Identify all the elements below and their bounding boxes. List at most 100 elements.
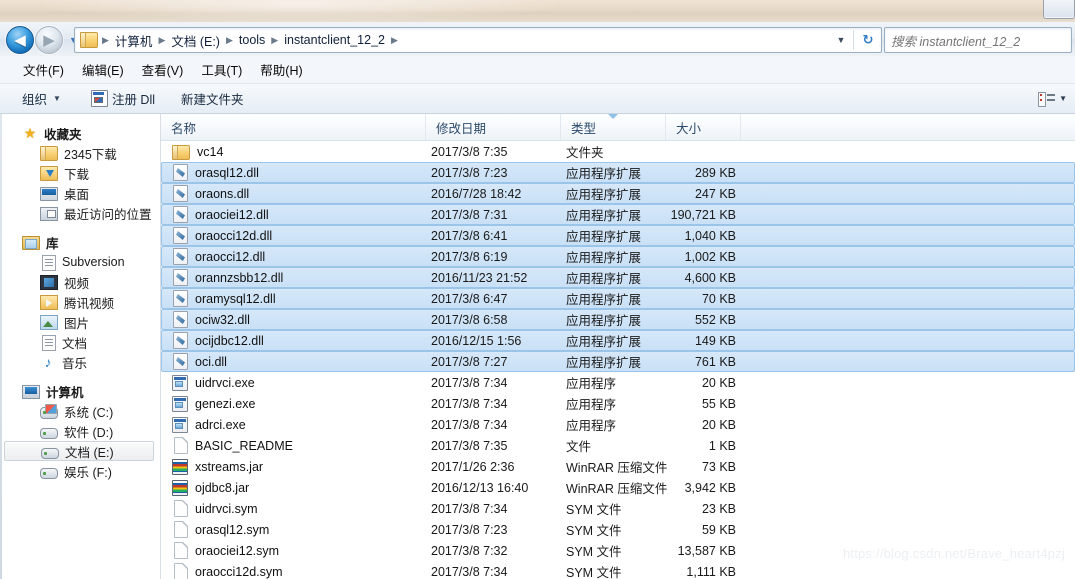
computer-icon [22, 385, 40, 399]
sidebar-item-label: 2345下载 [64, 147, 117, 162]
view-chevron-down-icon[interactable]: ▼ [1059, 94, 1067, 103]
table-row[interactable]: oraons.dll 2016/7/28 18:42 应用程序扩展 247 KB [161, 183, 1075, 204]
sidebar-item-1[interactable]: 视频 [0, 272, 160, 292]
sidebar-item-0[interactable]: Subversion [0, 252, 160, 272]
video-icon [40, 275, 58, 290]
table-row[interactable]: uidrvci.exe 2017/3/8 7:34 应用程序 20 KB [161, 372, 1075, 393]
breadcrumb-separator-icon[interactable]: ▶ [224, 35, 235, 46]
table-row[interactable]: adrci.exe 2017/3/8 7:34 应用程序 20 KB [161, 414, 1075, 435]
file-date-cell: 2017/3/8 7:23 [431, 522, 508, 537]
table-row[interactable]: uidrvci.sym 2017/3/8 7:34 SYM 文件 23 KB [161, 498, 1075, 519]
file-type-cell: 应用程序扩展 [566, 272, 642, 286]
table-row[interactable]: orasql12.sym 2017/3/8 7:23 SYM 文件 59 KB [161, 519, 1075, 540]
dll-icon [173, 332, 188, 349]
sidebar-item-1[interactable]: 下载 [0, 163, 160, 183]
table-row[interactable]: oraocci12d.dll 2017/3/8 6:41 应用程序扩展 1,040 K… [161, 225, 1075, 246]
menu-help[interactable]: 帮助(H) [251, 57, 311, 82]
sidebar-item-0[interactable]: 系统 (C:) [0, 401, 160, 421]
file-type-cell: SYM 文件 [566, 566, 622, 579]
sidebar-item-5[interactable]: ♪ 音乐 [0, 352, 160, 372]
menu-tools[interactable]: 工具(T) [192, 57, 251, 82]
file-type-cell: 应用程序 [566, 398, 617, 412]
breadcrumb-separator-icon[interactable]: ▶ [100, 35, 111, 46]
table-row[interactable]: oraocci12.dll 2017/3/8 6:19 应用程序扩展 1,002 KB [161, 246, 1075, 267]
breadcrumb-item-instantclient[interactable]: instantclient_12_2 [280, 31, 389, 49]
organize-button[interactable]: 组织 ▼ [14, 86, 69, 111]
back-button[interactable]: ◀ [6, 26, 34, 54]
column-header-type[interactable]: 类型 [561, 114, 666, 140]
column-header-size[interactable]: 大小 [666, 114, 741, 140]
sidebar-item-4[interactable]: 文档 [0, 332, 160, 352]
sidebar-item-3[interactable]: 最近访问的位置 [0, 203, 160, 223]
breadcrumb-separator-icon[interactable]: ▶ [269, 35, 280, 46]
table-row[interactable]: ociw32.dll 2017/3/8 6:58 应用程序扩展 552 KB [161, 309, 1075, 330]
table-row[interactable]: oramysql12.dll 2017/3/8 6:47 应用程序扩展 70 KB [161, 288, 1075, 309]
new-folder-button[interactable]: 新建文件夹 [173, 86, 252, 111]
file-name-cell: BASIC_README [162, 437, 428, 454]
file-name-cell: genezi.exe [162, 395, 428, 412]
sidebar-group-header[interactable]: 计算机 [0, 381, 160, 401]
sidebar-item-label: 腾讯视频 [64, 296, 115, 311]
register-dll-button[interactable]: 注册 Dll [83, 86, 163, 111]
file-size-cell: 552 KB [694, 312, 736, 327]
refresh-icon[interactable]: ↻ [857, 30, 879, 50]
sidebar-item-3[interactable]: 图片 [0, 312, 160, 332]
forward-button[interactable]: ▶ [35, 26, 63, 54]
file-date-cell: 2016/7/28 18:42 [431, 186, 522, 201]
breadcrumb-item-drive-e[interactable]: 文档 (E:) [167, 29, 224, 52]
star-icon: ★ [23, 125, 37, 141]
file-name-cell: orasql12.dll [162, 164, 428, 181]
search-input[interactable]: 搜索 instantclient_12_2 [891, 31, 1020, 50]
breadcrumb-separator-icon[interactable]: ▶ [389, 35, 400, 46]
table-row[interactable]: xstreams.jar 2017/1/26 2:36 WinRAR 压缩文件 73 … [161, 456, 1075, 477]
menu-edit[interactable]: 编辑(E) [73, 57, 133, 82]
file-size-cell: 3,942 KB [684, 480, 736, 495]
sidebar-item-2[interactable]: 腾讯视频 [0, 292, 160, 312]
library-icon [22, 236, 40, 250]
file-type-cell: SYM 文件 [566, 545, 622, 559]
table-row[interactable]: ocijdbc12.dll 2016/12/15 1:56 应用程序扩展 149 KB [161, 330, 1075, 351]
sidebar-item-label: 视频 [64, 276, 90, 291]
breadcrumb-separator-icon[interactable]: ▶ [156, 35, 167, 46]
table-row[interactable]: orasql12.dll 2017/3/8 7:23 应用程序扩展 289 KB [161, 162, 1075, 183]
file-date-cell: 2017/3/8 7:35 [431, 144, 508, 159]
table-row[interactable]: oraocci12d.sym 2017/3/8 7:34 SYM 文件 1,111 K… [161, 561, 1075, 579]
file-icon [174, 500, 188, 517]
column-header-name-label: 名称 [171, 121, 197, 136]
file-type-cell: 应用程序扩展 [566, 209, 642, 223]
sidebar-item-2[interactable]: 桌面 [0, 183, 160, 203]
sidebar-item-2[interactable]: 文档 (E:) [4, 441, 154, 461]
table-row[interactable]: oci.dll 2017/3/8 7:27 应用程序扩展 761 KB [161, 351, 1075, 372]
table-row[interactable]: oraociei12.sym 2017/3/8 7:32 SYM 文件 13,587 … [161, 540, 1075, 561]
address-bar[interactable]: ▶ 计算机 ▶ 文档 (E:) ▶ tools ▶ instantclient_… [74, 27, 882, 53]
file-name-cell: oci.dll [162, 353, 428, 370]
sidebar-item-3[interactable]: 娱乐 (F:) [0, 461, 160, 481]
table-row[interactable]: oraociei12.dll 2017/3/8 7:31 应用程序扩展 190,721… [161, 204, 1075, 225]
tencent-video-icon [40, 295, 58, 310]
sidebar-item-label: 娱乐 (F:) [64, 465, 112, 480]
table-row[interactable]: ojdbc8.jar 2016/12/13 16:40 WinRAR 压缩文件 3,9… [161, 477, 1075, 498]
history-dropdown-icon[interactable]: ▼ [832, 35, 850, 45]
sidebar-item-1[interactable]: 软件 (D:) [0, 421, 160, 441]
file-date-cell: 2016/12/13 16:40 [431, 480, 529, 495]
archive-icon [172, 480, 188, 496]
menu-file[interactable]: 文件(F) [14, 57, 73, 82]
table-row[interactable]: vc14 2017/3/8 7:35 文件夹 [161, 141, 1075, 162]
search-box[interactable]: 搜索 instantclient_12_2 [884, 27, 1072, 53]
file-type-cell: SYM 文件 [566, 503, 622, 517]
restore-window-button[interactable] [1043, 0, 1075, 19]
change-view-icon[interactable] [1037, 90, 1057, 108]
file-size-cell: 23 KB [701, 501, 736, 516]
sidebar-group-header[interactable]: ★ 收藏夹 [0, 123, 160, 143]
breadcrumb-item-computer[interactable]: 计算机 [111, 29, 157, 52]
table-row[interactable]: orannzsbb12.dll 2016/11/23 21:52 应用程序扩展 4,6… [161, 267, 1075, 288]
column-header-name[interactable]: 名称 [161, 114, 426, 140]
table-row[interactable]: BASIC_README 2017/3/8 7:35 文件 1 KB [161, 435, 1075, 456]
sidebar-item-label: 音乐 [62, 356, 88, 371]
breadcrumb-item-tools[interactable]: tools [235, 31, 269, 49]
table-row[interactable]: genezi.exe 2017/3/8 7:34 应用程序 55 KB [161, 393, 1075, 414]
column-header-date[interactable]: 修改日期 [426, 114, 561, 140]
sidebar-item-0[interactable]: 2345下载 [0, 143, 160, 163]
menu-view[interactable]: 查看(V) [133, 57, 193, 82]
sidebar-group-header[interactable]: 库 [0, 232, 160, 252]
